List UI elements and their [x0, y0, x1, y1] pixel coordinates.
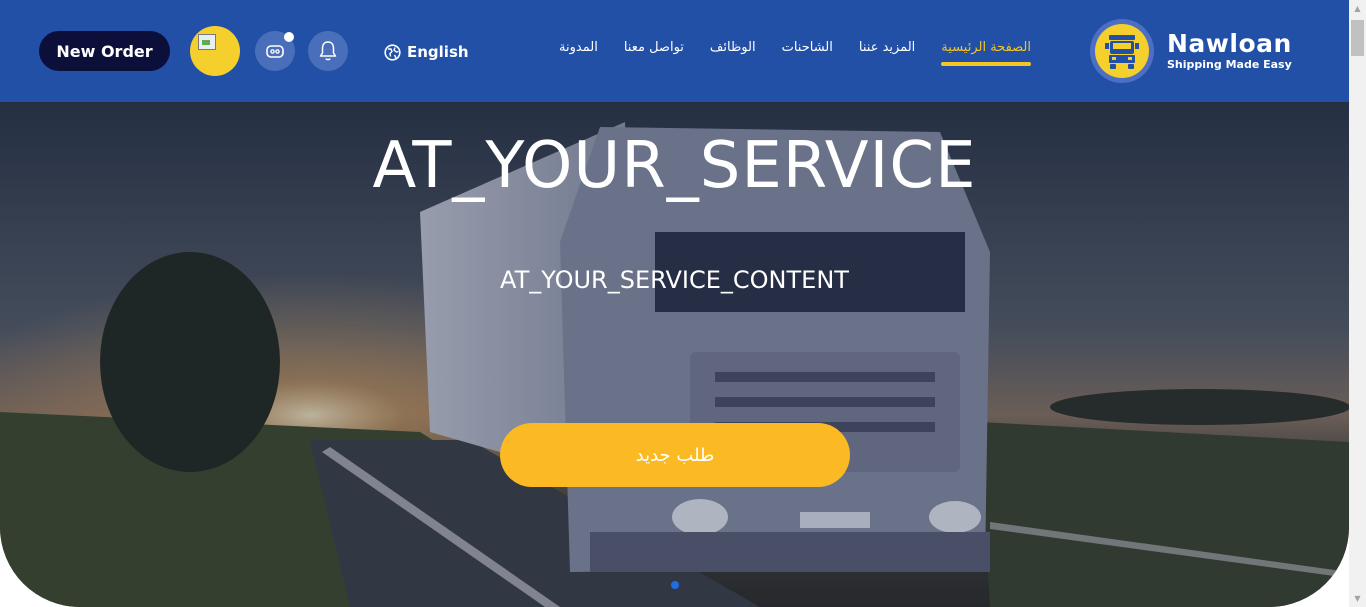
nav-item-contact[interactable]: تواصل معنا	[624, 40, 684, 55]
hero-title: AT_YOUR_SERVICE	[372, 129, 977, 203]
notifications-button[interactable]	[308, 31, 348, 71]
nav-item-jobs[interactable]: الوظائف	[710, 40, 756, 55]
slider-dot-active[interactable]	[671, 581, 679, 589]
language-label: English	[407, 43, 469, 61]
page: New Order English المدونة تواصل معنا الو…	[0, 0, 1366, 607]
nav-item-about[interactable]: المزيد عننا	[859, 40, 915, 55]
hero-slider: AT_YOUR_SERVICE AT_YOUR_SERVICE_CONTENT …	[0, 102, 1349, 607]
language-switch[interactable]: English	[384, 40, 469, 64]
main-nav: المدونة تواصل معنا الوظائف الشاحنات المز…	[559, 40, 1031, 66]
vertical-scrollbar[interactable]: ▲ ▼	[1349, 0, 1366, 607]
logo-badge	[1090, 19, 1154, 83]
globe-icon	[384, 43, 401, 61]
new-order-cta-button[interactable]: طلب جديد	[500, 423, 850, 487]
hero-content: AT_YOUR_SERVICE_CONTENT	[500, 266, 849, 294]
logo-name: Nawloan	[1167, 29, 1292, 58]
nav-item-blog[interactable]: المدونة	[559, 40, 598, 55]
nav-item-home[interactable]: الصفحة الرئيسية	[941, 40, 1031, 66]
scroll-up-arrow-icon[interactable]: ▲	[1349, 0, 1366, 17]
new-order-button[interactable]: New Order	[39, 31, 170, 71]
bell-icon	[319, 41, 337, 61]
scrollbar-thumb[interactable]	[1351, 20, 1364, 56]
truck-icon	[1105, 35, 1139, 69]
brand-logo[interactable]: Nawloan Shipping Made Easy	[1090, 19, 1292, 83]
nav-item-trucks[interactable]: الشاحنات	[782, 40, 833, 55]
notification-dot	[284, 32, 294, 42]
logo-tagline: Shipping Made Easy	[1167, 58, 1292, 71]
broken-image-icon	[198, 34, 216, 50]
avatar[interactable]	[190, 26, 240, 76]
scroll-down-arrow-icon[interactable]: ▼	[1349, 590, 1366, 607]
top-navbar: New Order English المدونة تواصل معنا الو…	[0, 0, 1349, 102]
chat-bot-icon	[266, 45, 284, 58]
